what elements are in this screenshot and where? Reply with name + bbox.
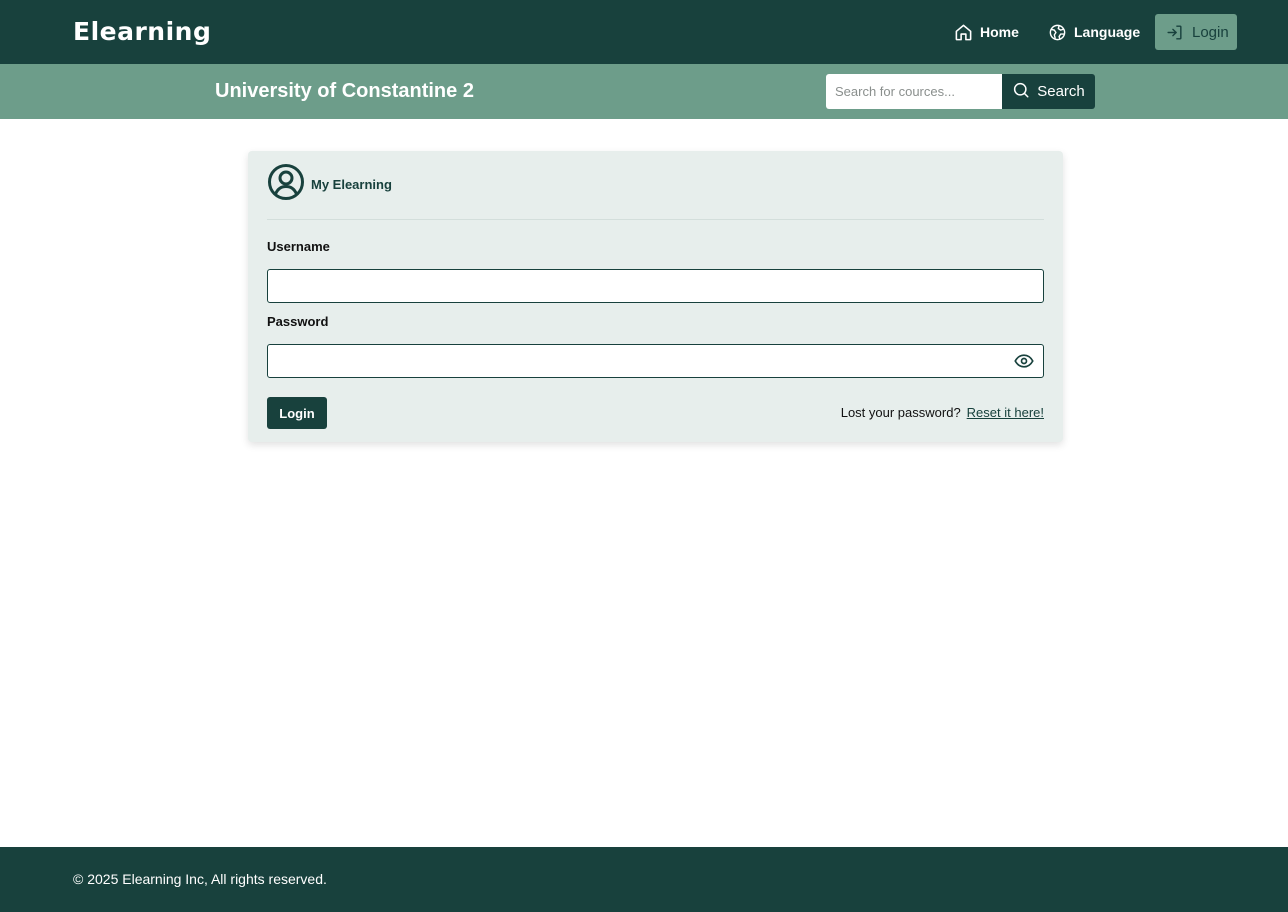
card-title: My Elearning <box>311 176 392 192</box>
nav-home-label: Home <box>980 24 1019 40</box>
reset-password-link[interactable]: Reset it here! <box>967 405 1044 420</box>
nav-language-link[interactable]: Language <box>1048 14 1140 50</box>
copyright-text: © 2025 Elearning Inc, All rights reserve… <box>73 871 327 887</box>
card-divider <box>267 219 1044 220</box>
username-label: Username <box>267 239 330 254</box>
login-submit-button[interactable]: Login <box>267 397 327 429</box>
password-label: Password <box>267 314 329 329</box>
globe-icon <box>1048 23 1067 42</box>
search-button-label: Search <box>1037 83 1085 100</box>
username-input[interactable] <box>267 269 1044 303</box>
lost-password-row: Lost your password? Reset it here! <box>841 405 1044 420</box>
institution-title: University of Constantine 2 <box>215 80 474 102</box>
lost-password-text: Lost your password? <box>840 405 961 420</box>
top-navbar: Elearning Home Language Login <box>0 0 1288 64</box>
search-button[interactable]: Search <box>1002 74 1095 109</box>
user-circle-icon <box>267 163 305 206</box>
login-arrow-icon <box>1165 23 1184 42</box>
nav-login-button[interactable]: Login <box>1155 14 1237 50</box>
brand-logo[interactable]: Elearning <box>73 14 211 50</box>
search-icon <box>1012 81 1030 103</box>
eye-icon[interactable] <box>1014 352 1034 370</box>
sub-header: University of Constantine 2 Search <box>0 64 1288 119</box>
nav-login-label: Login <box>1192 23 1229 41</box>
login-card: My Elearning Username Password Login Los… <box>248 151 1063 442</box>
course-search-input[interactable] <box>826 74 1002 109</box>
password-input[interactable] <box>267 344 1044 378</box>
nav-home-link[interactable]: Home <box>954 14 1019 50</box>
page-footer: © 2025 Elearning Inc, All rights reserve… <box>0 847 1288 912</box>
home-icon <box>954 23 973 42</box>
nav-language-label: Language <box>1074 24 1141 40</box>
card-header: My Elearning <box>267 163 392 206</box>
